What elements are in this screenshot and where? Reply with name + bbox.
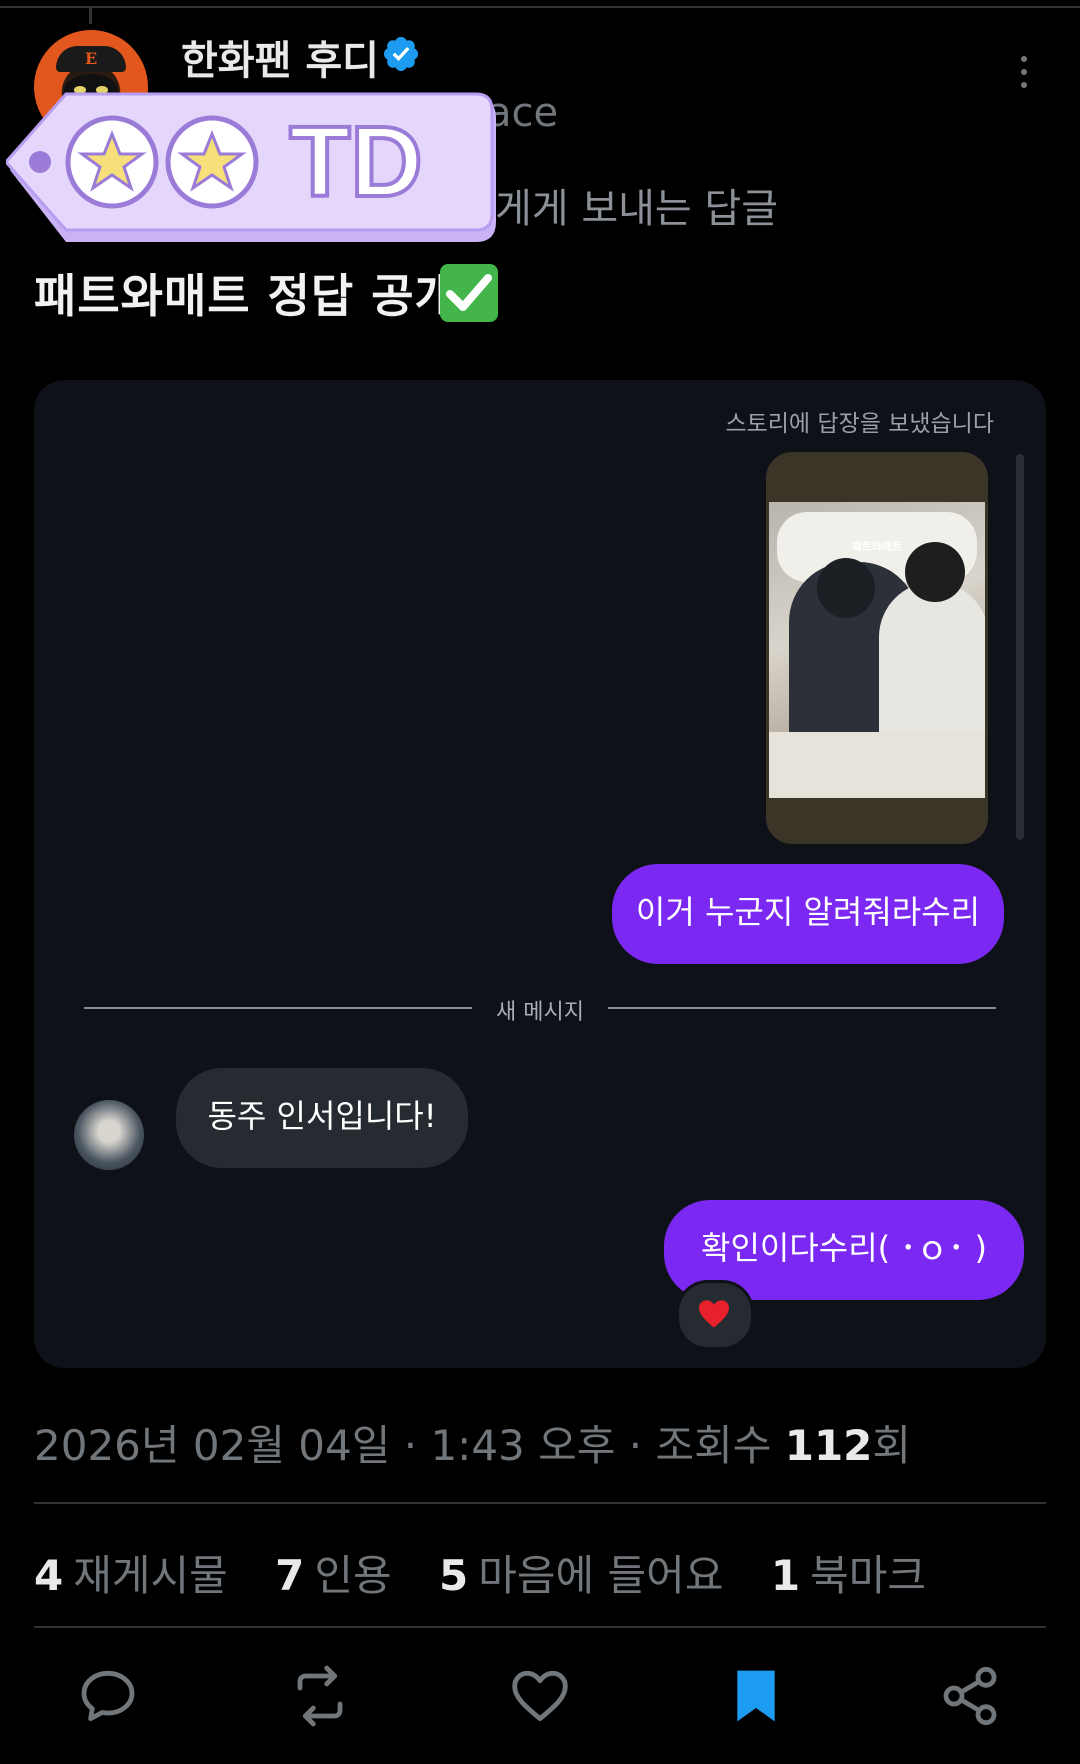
check-mark-emoji [440, 264, 498, 322]
top-divider [0, 6, 1080, 8]
engagement-stats: 4 재게시물 7 인용 5 마음에 들어요 1 북마크 [34, 1542, 960, 1603]
post-timestamp[interactable]: 2026년 02월 04일 · 1:43 오후 · 조회수 112회 [34, 1412, 911, 1473]
stat-reposts[interactable]: 4 재게시물 [34, 1542, 228, 1603]
dm-scrollbar[interactable] [1016, 454, 1024, 840]
story-photo: 패트와매트 [769, 502, 985, 798]
message-bubble-out[interactable]: 이거 누군지 알려줘라수리 [612, 864, 1004, 964]
thread-line [89, 8, 92, 24]
bookmark-icon[interactable] [724, 1664, 788, 1728]
view-count: 112 [784, 1421, 873, 1470]
view-unit: 회 [872, 1421, 912, 1470]
sender-avatar[interactable] [74, 1100, 144, 1170]
sticker-text: TD [289, 106, 422, 218]
action-bar [0, 1664, 1080, 1728]
new-message-divider-left [84, 1007, 472, 1009]
verified-icon [383, 36, 419, 72]
story-overlay-text: 패트와매트 [851, 540, 903, 553]
ootd-tag-sticker: TD [6, 92, 496, 242]
divider [34, 1626, 1046, 1628]
reply-icon[interactable] [76, 1664, 140, 1728]
stat-quotes[interactable]: 7 인용 [275, 1542, 392, 1603]
divider [34, 1502, 1046, 1504]
avatar-hat: E [56, 46, 126, 72]
story-thumbnail[interactable]: 패트와매트 [766, 452, 988, 844]
new-message-divider-right [608, 1007, 996, 1009]
stat-likes[interactable]: 5 마음에 들어요 [439, 1542, 723, 1603]
share-icon[interactable] [938, 1664, 1002, 1728]
heart-emoji-icon [699, 1300, 729, 1328]
reply-context: 게게 보내는 답글 [495, 186, 779, 232]
repost-icon[interactable] [288, 1664, 352, 1728]
author-display-name[interactable]: 한화팬 후디 [181, 28, 379, 86]
new-message-divider-label: 새 메시지 [496, 1000, 584, 1025]
more-icon[interactable] [1014, 56, 1034, 96]
timestamp-text: 2026년 02월 04일 · 1:43 오후 · 조회수 [34, 1421, 785, 1470]
heart-reaction[interactable] [676, 1280, 754, 1350]
stat-bookmarks[interactable]: 1 북마크 [771, 1542, 926, 1603]
message-bubble-in[interactable]: 동주 인서입니다! [176, 1068, 468, 1168]
story-reply-label: 스토리에 답장을 보냈습니다 [725, 411, 994, 437]
like-icon[interactable] [508, 1664, 572, 1728]
post-headline: 패트와매트 정답 공개 [34, 269, 458, 323]
dm-screenshot-card[interactable]: 스토리에 답장을 보냈습니다 패트와매트 이거 누군지 알려줘라수리 새 메시지… [34, 380, 1046, 1368]
